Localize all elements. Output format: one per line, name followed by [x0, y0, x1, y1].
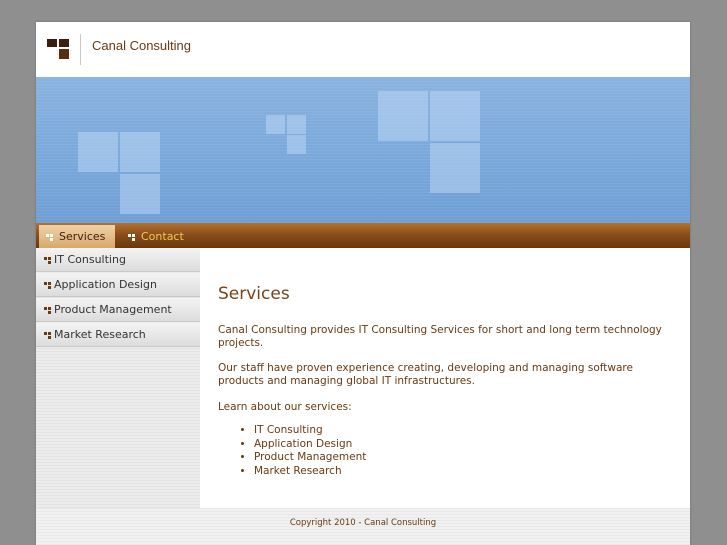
banner-square	[120, 132, 160, 172]
page-container: Canal Consulting Services Contact IT Con…	[36, 22, 690, 545]
copyright-text: Copyright 2010 - Canal Consulting	[289, 518, 437, 528]
banner-square	[430, 91, 480, 141]
main-content: Services Canal Consulting provides IT Co…	[200, 248, 690, 508]
banner-square	[287, 115, 306, 134]
banner-square	[287, 135, 306, 154]
bullet-icon	[44, 282, 52, 289]
services-lead-paragraph: Learn about our services:	[218, 401, 352, 413]
tab-services[interactable]: Services	[39, 225, 115, 248]
tab-contact[interactable]: Contact	[121, 225, 201, 248]
banner-square	[430, 143, 480, 193]
tab-bullet-icon	[46, 234, 54, 241]
site-title[interactable]: Canal Consulting	[92, 38, 191, 53]
sidebar-item-market-research[interactable]: Market Research	[36, 323, 200, 347]
page-title: Services	[218, 284, 290, 304]
header-divider	[80, 34, 81, 65]
banner-square	[120, 174, 160, 214]
tab-bullet-icon	[128, 234, 136, 241]
logo-icon[interactable]	[47, 38, 71, 62]
bullet-icon	[44, 332, 52, 339]
list-item: Product Management	[254, 451, 366, 465]
sidebar-item-label: Application Design	[54, 278, 157, 291]
sidebar-item-it-consulting[interactable]: IT Consulting	[36, 248, 200, 272]
site-footer: Copyright 2010 - Canal Consulting	[36, 508, 690, 545]
experience-paragraph: Our staff have proven experience creatin…	[218, 362, 633, 387]
banner-square	[266, 115, 285, 134]
sidebar: IT Consulting Application Design Product…	[36, 248, 200, 508]
bullet-icon	[44, 307, 52, 314]
bullet-icon	[44, 257, 52, 264]
main-nav: Services Contact	[36, 223, 690, 248]
list-item: Application Design	[254, 438, 366, 452]
banner-square	[78, 132, 118, 172]
sidebar-item-label: IT Consulting	[54, 253, 126, 266]
banner-square	[378, 91, 428, 141]
site-header: Canal Consulting	[36, 22, 690, 77]
sidebar-item-application-design[interactable]: Application Design	[36, 273, 200, 297]
list-item: IT Consulting	[254, 424, 366, 438]
sidebar-item-label: Market Research	[54, 328, 146, 341]
tab-label: Contact	[141, 230, 184, 243]
tab-label: Services	[59, 230, 106, 243]
hero-banner	[36, 77, 690, 223]
sidebar-item-label: Product Management	[54, 303, 172, 316]
list-item: Market Research	[254, 465, 366, 479]
sidebar-item-product-management[interactable]: Product Management	[36, 298, 200, 322]
intro-paragraph: Canal Consulting provides IT Consulting …	[218, 324, 662, 349]
services-list: IT Consulting Application Design Product…	[238, 424, 366, 478]
